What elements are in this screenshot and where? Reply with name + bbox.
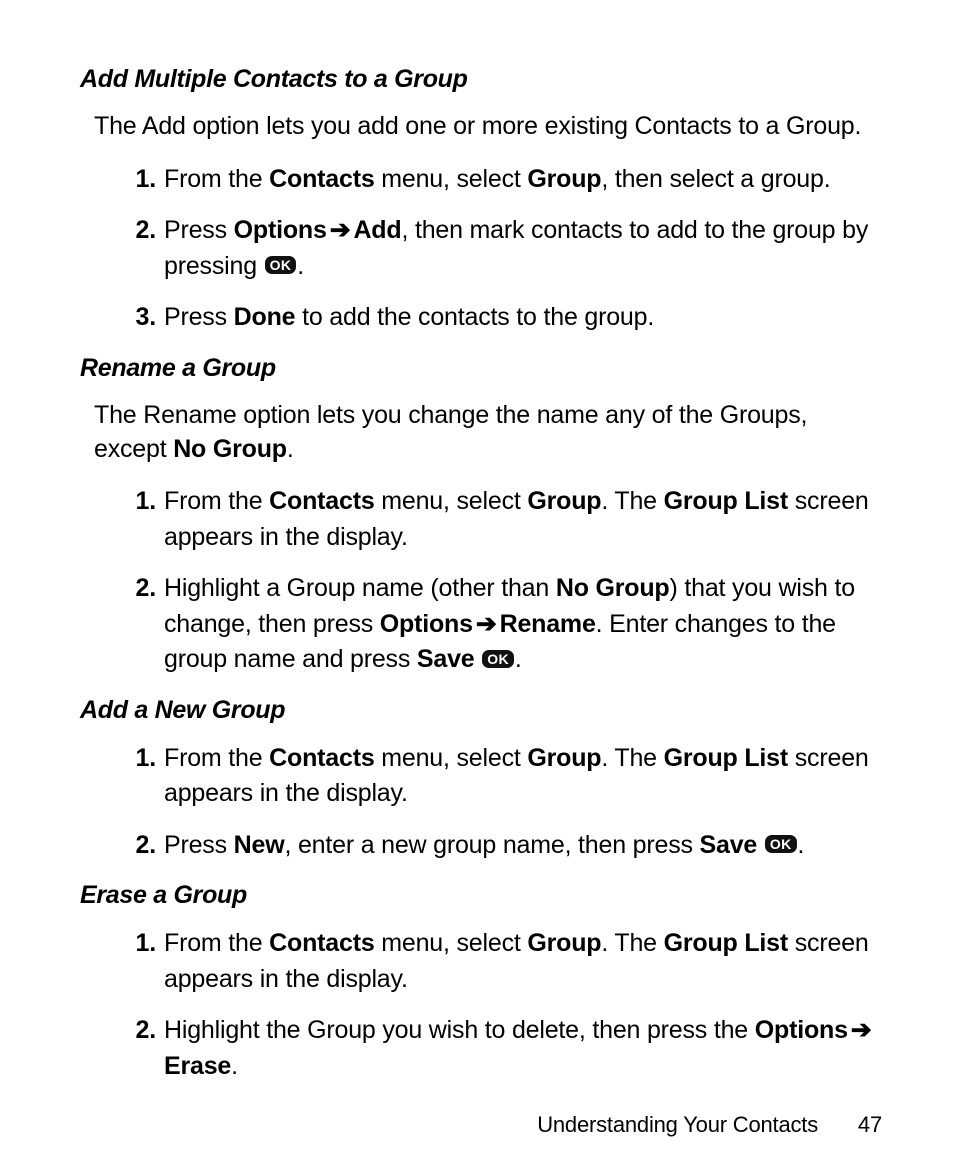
ok-icon: OK [265, 256, 297, 274]
text-run [475, 645, 482, 673]
text-run: From the [164, 165, 269, 193]
bold-text: Options [234, 216, 327, 244]
text-run: . [287, 435, 294, 463]
text-run: From the [164, 929, 269, 957]
arrow-icon: ➔ [476, 607, 497, 643]
section-intro: The Rename option lets you change the na… [94, 399, 876, 467]
text-run: Press [164, 216, 234, 244]
section-heading-rename: Rename a Group [80, 354, 884, 383]
bold-text: Add [353, 216, 401, 244]
text-run: menu, select [375, 487, 528, 515]
text-run: Highlight a Group name (other than [164, 574, 556, 602]
step-item: Highlight a Group name (other than No Gr… [164, 571, 876, 678]
text-run: . [231, 1052, 238, 1080]
ok-icon: OK [482, 650, 514, 668]
step-item: Press Options ➔ Add, then mark contacts … [164, 213, 876, 284]
bold-text: New [234, 831, 285, 859]
text-run: menu, select [375, 744, 528, 772]
bold-text: Group List [664, 487, 788, 515]
bold-text: Options [380, 610, 473, 638]
bold-text: No Group [173, 435, 287, 463]
step-item: From the Contacts menu, select Group. Th… [164, 741, 876, 812]
bold-text: No Group [556, 574, 670, 602]
section-heading-add-new: Add a New Group [80, 696, 884, 725]
bold-text: Contacts [269, 487, 374, 515]
text-run: Press [164, 831, 234, 859]
arrow-icon: ➔ [851, 1013, 872, 1049]
text-run: . [515, 645, 522, 673]
text-run [757, 831, 764, 859]
bold-text: Group List [664, 929, 788, 957]
bold-text: Group [527, 487, 601, 515]
footer-title: Understanding Your Contacts [537, 1112, 818, 1137]
bold-text: Erase [164, 1052, 231, 1080]
bold-text: Group [527, 744, 601, 772]
step-item: Highlight the Group you wish to delete, … [164, 1013, 876, 1084]
text-run: From the [164, 487, 269, 515]
manual-page: Add Multiple Contacts to a Group The Add … [0, 0, 954, 1172]
text-run: , enter a new group name, then press [284, 831, 699, 859]
text-run: . The [601, 929, 663, 957]
text-run: Press [164, 303, 234, 331]
step-item: Press Done to add the contacts to the gr… [164, 300, 876, 336]
text-run: . The [601, 744, 663, 772]
steps-list: From the Contacts menu, select Group, th… [80, 162, 876, 336]
bold-text: Group List [664, 744, 788, 772]
step-item: Press New, enter a new group name, then … [164, 828, 876, 864]
section-intro: The Add option lets you add one or more … [94, 110, 876, 144]
text-run: to add the contacts to the group. [295, 303, 654, 331]
steps-list: From the Contacts menu, select Group. Th… [80, 926, 876, 1084]
step-item: From the Contacts menu, select Group. Th… [164, 926, 876, 997]
bold-text: Contacts [269, 165, 374, 193]
bold-text: Done [234, 303, 296, 331]
steps-list: From the Contacts menu, select Group. Th… [80, 741, 876, 864]
section-heading-add-multiple: Add Multiple Contacts to a Group [80, 65, 884, 94]
bold-text: Rename [500, 610, 596, 638]
text-run: Highlight the Group you wish to delete, … [164, 1016, 755, 1044]
page-footer: Understanding Your Contacts 47 [537, 1112, 882, 1138]
bold-text: Contacts [269, 929, 374, 957]
step-item: From the Contacts menu, select Group. Th… [164, 484, 876, 555]
section-heading-erase: Erase a Group [80, 881, 884, 910]
bold-text: Options [755, 1016, 848, 1044]
bold-text: Save [417, 645, 475, 673]
bold-text: Save [700, 831, 758, 859]
step-item: From the Contacts menu, select Group, th… [164, 162, 876, 198]
bold-text: Contacts [269, 744, 374, 772]
bold-text: Group [527, 165, 601, 193]
text-run: menu, select [375, 929, 528, 957]
bold-text: Group [527, 929, 601, 957]
text-run: From the [164, 744, 269, 772]
text-run: . The [601, 487, 663, 515]
text-run: , then select a group. [601, 165, 830, 193]
text-run: . [798, 831, 805, 859]
text-run: menu, select [375, 165, 528, 193]
ok-icon: OK [765, 835, 797, 853]
arrow-icon: ➔ [330, 213, 351, 249]
page-number: 47 [858, 1112, 882, 1137]
text-run: The Add option lets you add one or more … [94, 112, 861, 140]
text-run: . [297, 252, 304, 280]
steps-list: From the Contacts menu, select Group. Th… [80, 484, 876, 678]
